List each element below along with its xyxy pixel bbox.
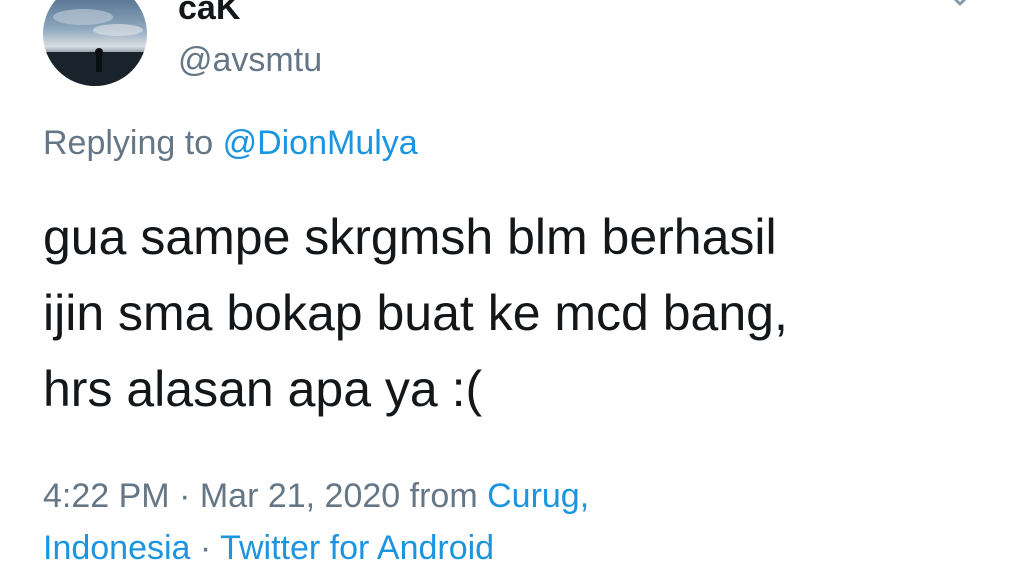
tweet-text-line: hrs alasan apa ya :( <box>43 361 483 417</box>
tweet-date[interactable]: Mar 21, 2020 <box>200 477 400 515</box>
tweet-text-line: ijin sma bokap buat ke mcd bang, <box>43 285 788 341</box>
reply-mention-link[interactable]: @DionMulya <box>223 124 418 162</box>
replying-to: Replying to @DionMulya <box>43 121 418 165</box>
display-name[interactable]: caK <box>178 0 240 28</box>
chevron-down-icon[interactable] <box>940 0 980 18</box>
avatar[interactable] <box>43 0 147 86</box>
avatar-photo <box>43 0 147 86</box>
meta-separator: · <box>190 529 221 567</box>
from-label: from <box>400 477 488 515</box>
tweet-metadata: 4:22 PM · Mar 21, 2020 from Curug, Indon… <box>43 470 1003 574</box>
location-link-continued[interactable]: Indonesia <box>43 529 190 567</box>
tweet-time[interactable]: 4:22 PM <box>43 477 170 515</box>
tweet: caK @avsmtu Replying to @DionMulya gua s… <box>0 0 1024 577</box>
location-link[interactable]: Curug, <box>487 477 589 515</box>
source-app-link[interactable]: Twitter for Android <box>220 529 494 567</box>
tweet-text: gua sampe skrgmsh blm berhasil ijin sma … <box>43 199 1003 427</box>
user-handle[interactable]: @avsmtu <box>178 38 322 82</box>
replying-to-label: Replying to <box>43 124 214 162</box>
meta-separator: · <box>169 477 200 515</box>
tweet-text-line: gua sampe skrgmsh blm berhasil <box>43 209 777 265</box>
